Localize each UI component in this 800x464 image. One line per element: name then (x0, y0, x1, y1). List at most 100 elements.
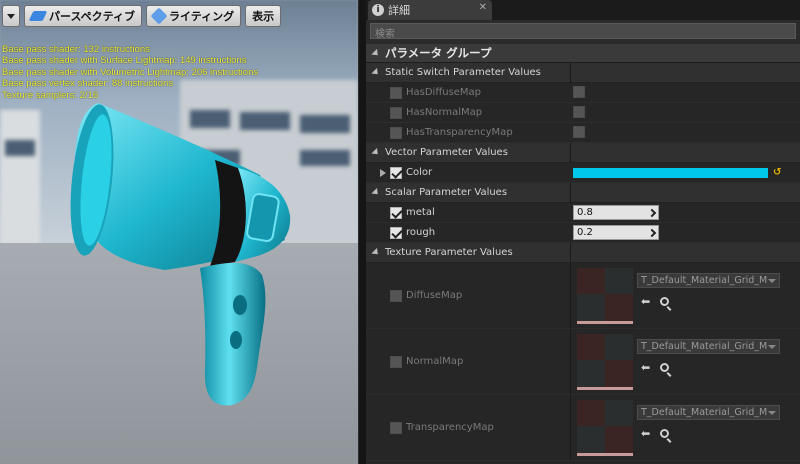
panel-splitter[interactable] (358, 0, 366, 464)
param-row-hasnormalmap: HasNormalMap (366, 103, 800, 123)
collapse-arrow-icon (371, 147, 381, 158)
asset-picker[interactable]: T_Default_Material_Grid_M (637, 405, 780, 420)
override-checkbox[interactable] (390, 289, 402, 302)
stat-line: Base pass shader with Surface Lightmap: … (2, 55, 247, 67)
texture-thumbnail[interactable] (577, 333, 633, 390)
stat-line: Base pass shader with Volumetric Lightma… (2, 66, 259, 78)
tab-label: 詳細 (388, 4, 410, 17)
number-input[interactable]: 0.8 (573, 205, 659, 220)
chevron-down-icon (768, 278, 776, 283)
param-name: HasTransparencyMap (406, 127, 513, 138)
parameter-rows: Static Switch Parameter Values HasDiffus… (366, 63, 800, 461)
override-checkbox[interactable] (390, 166, 402, 179)
search-row: 検索 (366, 20, 800, 44)
expand-arrow-icon[interactable] (380, 168, 386, 177)
lighting-icon (150, 7, 168, 25)
collapse-arrow-icon (371, 187, 381, 198)
show-label: 表示 (252, 10, 275, 23)
tab-details[interactable]: i 詳細 ✕ (368, 0, 492, 20)
section-vector[interactable]: Vector Parameter Values (366, 143, 800, 163)
search-icon[interactable] (660, 429, 670, 438)
value-checkbox[interactable] (573, 126, 585, 138)
collapse-arrow-icon (371, 48, 381, 58)
perspective-icon (28, 11, 48, 21)
override-checkbox[interactable] (390, 126, 402, 139)
number-value: 0.2 (577, 227, 593, 238)
section-scalar[interactable]: Scalar Parameter Values (366, 183, 800, 203)
texture-thumbnail[interactable] (577, 399, 633, 456)
chevron-down-icon (768, 410, 776, 415)
drag-handle-icon[interactable] (647, 208, 657, 217)
collapse-arrow-icon (371, 67, 381, 78)
info-icon: i (372, 4, 384, 16)
override-checkbox[interactable] (390, 421, 402, 434)
reset-to-default-icon[interactable]: ↺ (773, 167, 781, 178)
param-row-hastransparencymap: HasTransparencyMap (366, 123, 800, 143)
parameter-group-header[interactable]: パラメータ グループ (366, 44, 800, 63)
search-input[interactable]: 検索 (370, 23, 796, 40)
section-texture[interactable]: Texture Parameter Values (366, 243, 800, 263)
color-swatch[interactable] (573, 167, 768, 178)
use-selected-arrow-icon[interactable]: ⬅ (641, 295, 650, 308)
override-checkbox[interactable] (390, 206, 402, 219)
param-name: NormalMap (406, 356, 464, 367)
asset-name: T_Default_Material_Grid_M (641, 275, 768, 286)
param-name: rough (406, 227, 436, 238)
use-selected-arrow-icon[interactable]: ⬅ (641, 427, 650, 440)
drag-handle-icon[interactable] (647, 228, 657, 237)
param-row-hasdiffusemap: HasDiffuseMap (366, 83, 800, 103)
param-name: DiffuseMap (406, 290, 463, 301)
param-row-color: Color ↺ (366, 163, 800, 183)
perspective-label: パースペクティブ (49, 10, 136, 23)
asset-name: T_Default_Material_Grid_M (641, 341, 768, 352)
param-row-transparencymap: TransparencyMap T_Default_Material_Grid_… (366, 395, 800, 461)
stat-line: Base pass shader: 132 instructions (2, 44, 150, 55)
material-preview-viewport[interactable]: パースペクティブ ライティング 表示 Base pass shader: 132… (0, 0, 358, 464)
stat-line: Texture samplers: 2/16 (2, 89, 99, 101)
param-name: HasNormalMap (406, 107, 483, 118)
show-button[interactable]: 表示 (245, 5, 282, 27)
lighting-label: ライティング (169, 10, 235, 23)
param-name: HasDiffuseMap (406, 87, 482, 98)
tab-bar: i 詳細 ✕ (366, 0, 800, 20)
search-icon[interactable] (660, 363, 670, 372)
lighting-button[interactable]: ライティング (146, 5, 242, 27)
details-panel: i 詳細 ✕ 検索 パラメータ グループ Static Switch Param… (366, 0, 800, 464)
param-row-diffusemap: DiffuseMap T_Default_Material_Grid_M ⬅ (366, 263, 800, 329)
shader-stats: Base pass shader: 132 instructions Base … (2, 44, 258, 101)
override-checkbox[interactable] (390, 86, 402, 99)
asset-name: T_Default_Material_Grid_M (641, 407, 768, 418)
close-icon[interactable]: ✕ (479, 2, 487, 13)
value-checkbox[interactable] (573, 106, 585, 118)
section-title: Texture Parameter Values (385, 247, 513, 258)
chevron-down-icon (768, 344, 776, 349)
asset-picker[interactable]: T_Default_Material_Grid_M (637, 339, 780, 354)
param-row-rough: rough 0.2 (366, 223, 800, 243)
texture-thumbnail[interactable] (577, 267, 633, 324)
section-static-switch[interactable]: Static Switch Parameter Values (366, 63, 800, 83)
viewport-toolbar: パースペクティブ ライティング 表示 (2, 5, 282, 27)
param-name: metal (406, 207, 435, 218)
stat-line: Base pass vertex shader: 88 instructions (2, 78, 174, 90)
group-title: パラメータ グループ (385, 46, 492, 60)
param-name: Color (406, 167, 433, 178)
override-checkbox[interactable] (390, 226, 402, 239)
value-checkbox[interactable] (573, 86, 585, 98)
use-selected-arrow-icon[interactable]: ⬅ (641, 361, 650, 374)
section-title: Static Switch Parameter Values (385, 67, 541, 78)
search-icon[interactable] (660, 297, 670, 306)
perspective-button[interactable]: パースペクティブ (24, 5, 143, 27)
override-checkbox[interactable] (390, 355, 402, 368)
param-row-normalmap: NormalMap T_Default_Material_Grid_M ⬅ (366, 329, 800, 395)
number-input[interactable]: 0.2 (573, 225, 659, 240)
section-title: Scalar Parameter Values (385, 187, 508, 198)
asset-picker[interactable]: T_Default_Material_Grid_M (637, 273, 780, 288)
param-row-metal: metal 0.8 (366, 203, 800, 223)
viewport-options-button[interactable] (2, 5, 20, 27)
chevron-down-icon (7, 13, 15, 19)
number-value: 0.8 (577, 207, 593, 218)
section-title: Vector Parameter Values (385, 147, 508, 158)
param-name: TransparencyMap (406, 422, 494, 433)
collapse-arrow-icon (371, 247, 381, 258)
override-checkbox[interactable] (390, 106, 402, 119)
